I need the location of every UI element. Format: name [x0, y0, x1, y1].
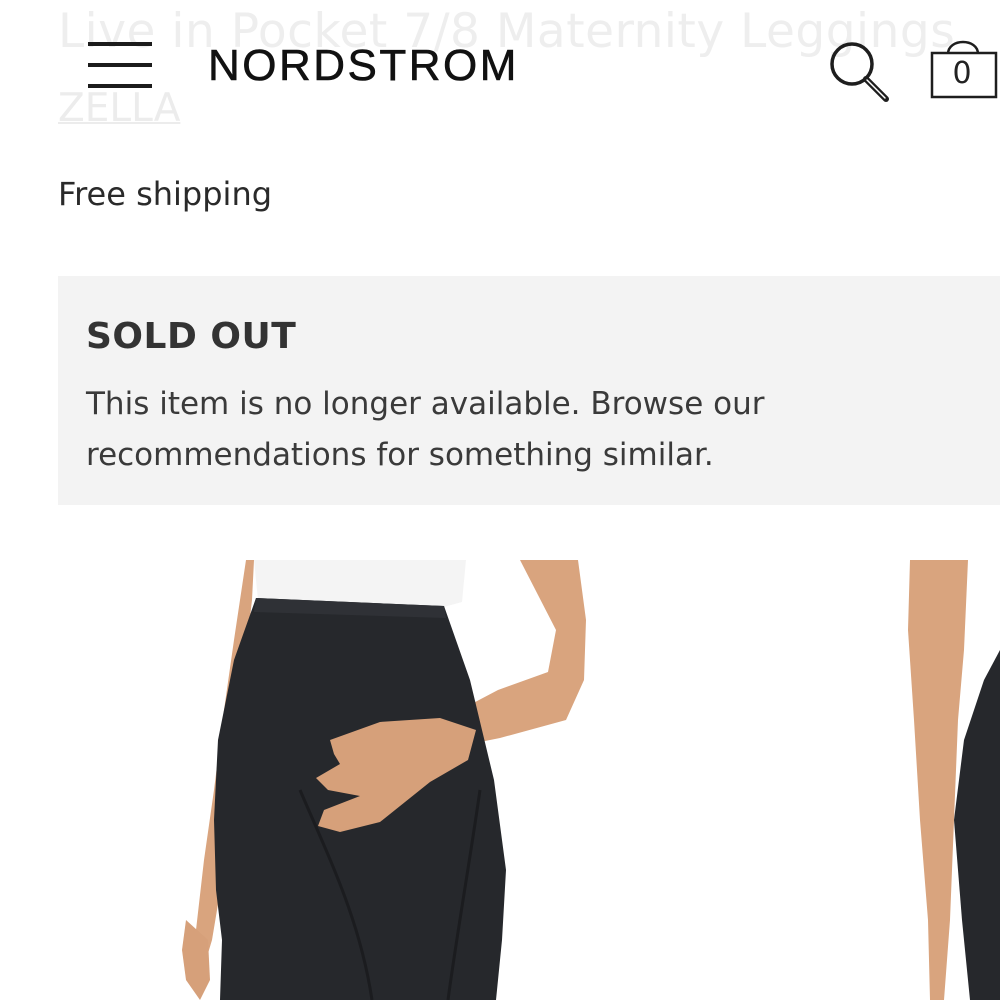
sold-out-banner: SOLD OUT This item is no longer availabl… [58, 276, 1000, 505]
search-icon[interactable] [826, 38, 892, 104]
sold-out-title: SOLD OUT [86, 316, 297, 357]
sold-out-message: This item is no longer available. Browse… [86, 386, 765, 473]
product-page: Live in Pocket 7/8 Maternity Leggings ZE… [0, 0, 1000, 1000]
site-header: NORDSTROM 0 [0, 0, 1000, 130]
nordstrom-logo[interactable]: NORDSTROM [208, 40, 519, 92]
shipping-info: Free shipping [58, 175, 273, 213]
hamburger-menu-icon[interactable] [88, 40, 152, 90]
bag-count: 0 [952, 56, 972, 91]
product-image[interactable] [0, 560, 1000, 1000]
shopping-bag-icon[interactable]: 0 [928, 32, 1000, 102]
product-image-gallery[interactable] [0, 560, 1000, 1000]
